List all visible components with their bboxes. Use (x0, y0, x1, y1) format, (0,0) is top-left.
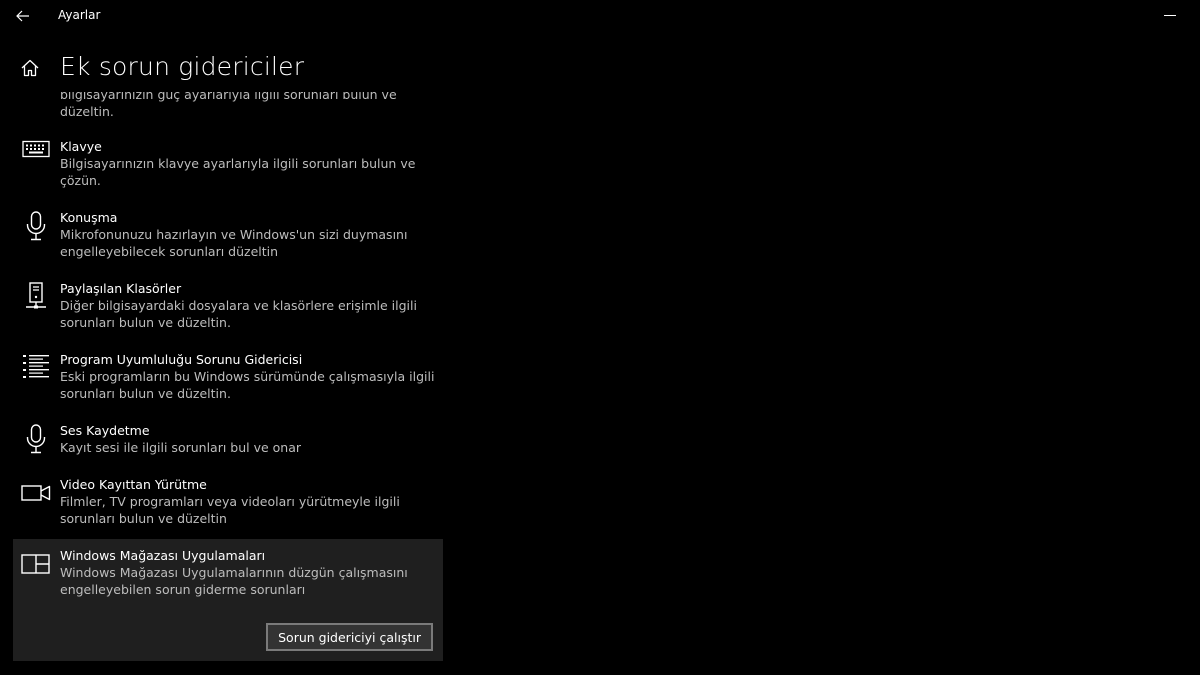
store-apps-icon (21, 553, 51, 583)
list-item-speech[interactable]: Konuşma Mikrofonunuzu hazırlayın ve Wind… (13, 201, 443, 268)
list-item-title: Program Uyumluluğu Sorunu Gidericisi (60, 352, 303, 367)
list-item-power[interactable]: bilgisayarınızın güç ayarlarıyla ilgili … (13, 92, 443, 128)
page-header: Ek sorun gidericiler (0, 46, 600, 92)
microphone-icon (21, 211, 51, 241)
list-item-description: Mikrofonunuzu hazırlayın ve Windows'un s… (60, 227, 408, 259)
list-item-description: Windows Mağazası Uygulamalarının düzgün … (60, 565, 408, 597)
keyboard-icon (21, 140, 51, 170)
list-item-description: Bilgisayarınızın klavye ayarlarıyla ilgi… (60, 156, 416, 188)
list-item-keyboard[interactable]: Klavye Bilgisayarınızın klavye ayarlarıy… (13, 130, 443, 197)
app-title: Ayarlar (58, 8, 101, 22)
run-troubleshooter-button[interactable]: Sorun gidericiyi çalıştır (266, 623, 433, 651)
list-item-title: Ses Kaydetme (60, 423, 150, 438)
list-item-shared-folders[interactable]: Paylaşılan Klasörler Diğer bilgisayardak… (13, 272, 443, 339)
network-computer-icon (21, 282, 51, 312)
list-item-description: Diğer bilgisayardaki dosyalara ve klasör… (60, 298, 417, 330)
minimize-button[interactable] (1150, 4, 1190, 28)
list-item-description: Kayıt sesi ile ilgili sorunları bul ve o… (60, 440, 302, 455)
list-item-title: Windows Mağazası Uygulamaları (60, 548, 266, 563)
list-item-title: Klavye (60, 139, 102, 154)
list-item-title: Paylaşılan Klasörler (60, 281, 182, 296)
microphone-icon (21, 424, 51, 454)
list-item-windows-store-apps[interactable]: Windows Mağazası Uygulamaları Windows Ma… (13, 539, 443, 661)
power-icon (21, 92, 51, 118)
troubleshooter-list[interactable]: bilgisayarınızın güç ayarlarıyla ilgili … (0, 92, 460, 675)
list-icon (21, 353, 51, 383)
list-item-description: Eski programların bu Windows sürümünde ç… (60, 369, 435, 401)
minimize-icon (1164, 15, 1176, 17)
list-item-description: Filmler, TV programları veya videoları y… (60, 494, 400, 526)
video-camera-icon (21, 484, 51, 514)
home-icon (20, 58, 44, 78)
back-button[interactable] (8, 4, 38, 28)
page-title: Ek sorun gidericiler (60, 52, 305, 81)
title-bar: Ayarlar (0, 0, 1200, 32)
list-item-title: Konuşma (60, 210, 118, 225)
list-item-program-compatibility[interactable]: Program Uyumluluğu Sorunu Gidericisi Esk… (13, 343, 443, 410)
home-button[interactable] (20, 58, 44, 82)
list-item-recording-audio[interactable]: Ses Kaydetme Kayıt sesi ile ilgili sorun… (13, 414, 443, 464)
back-arrow-icon (16, 10, 30, 22)
list-item-description: bilgisayarınızın güç ayarlarıyla ilgili … (60, 92, 397, 119)
list-item-title: Video Kayıttan Yürütme (60, 477, 207, 492)
list-item-video-playback[interactable]: Video Kayıttan Yürütme Filmler, TV progr… (13, 468, 443, 535)
